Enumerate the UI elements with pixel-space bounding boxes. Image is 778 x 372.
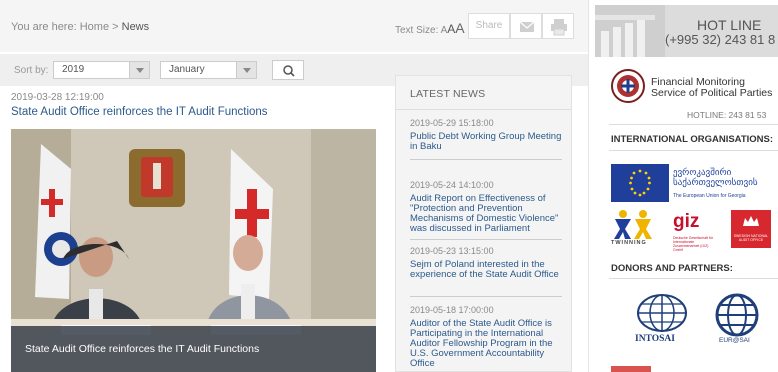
divider <box>609 278 778 279</box>
fms-name-line2: Service of Political Parties <box>651 87 773 99</box>
news-title-link[interactable]: Audit Report on Effectiveness of "Protec… <box>410 194 562 234</box>
month-select-value: January <box>169 64 205 75</box>
latest-news-heading: LATEST NEWS <box>410 88 486 100</box>
breadcrumb-home-link[interactable]: Home <box>80 21 109 33</box>
intosai-label: INTOSAI <box>635 334 675 344</box>
article-date: 2019-03-28 12:19:00 <box>11 92 104 103</box>
divider <box>609 150 778 151</box>
news-title-link[interactable]: Public Debt Working Group Meeting in Bak… <box>410 132 562 152</box>
twinning-label: TWINNING <box>611 240 647 246</box>
latest-news-panel: LATEST NEWS 2019-05-29 15:18:00 Public D… <box>395 75 572 372</box>
print-button[interactable] <box>542 13 574 39</box>
chevron-down-icon <box>129 62 149 78</box>
sidebar: HOT LINE (+995 32) 243 81 8 Financial Mo… <box>588 0 778 372</box>
news-date: 2019-05-29 15:18:00 <box>410 118 494 128</box>
eurosai-globe-icon[interactable] <box>715 293 759 337</box>
eu-for-georgia-link[interactable]: ევროკავშირი საქართველოსთვის <box>673 167 758 187</box>
eu-text-line2: საქართველოსთვის <box>673 177 758 187</box>
print-icon <box>551 19 567 36</box>
section-accent-bar <box>611 366 651 372</box>
search-button[interactable] <box>272 60 304 80</box>
year-select-value: 2019 <box>62 64 85 75</box>
latest-news-header: LATEST NEWS <box>396 76 571 110</box>
news-title-link[interactable]: Auditor of the State Audit Office is Par… <box>410 319 562 369</box>
photo-caption: State Audit Office reinforces the IT Aud… <box>25 343 260 355</box>
news-item[interactable]: 2019-05-29 15:18:00 Public Debt Working … <box>410 118 562 160</box>
article-photo[interactable]: State Audit Office reinforces the IT Aud… <box>11 129 376 372</box>
text-size-control: Text Size: AAA <box>395 20 465 36</box>
news-date: 2019-05-24 14:10:00 <box>410 180 494 190</box>
swedish-audit-office-logo[interactable] <box>731 210 771 248</box>
fms-hotline: HOTLINE: 243 81 53 <box>687 110 767 120</box>
share-button[interactable]: Share <box>468 13 510 39</box>
hotline-banner[interactable]: HOT LINE (+995 32) 243 81 8 <box>595 5 778 57</box>
page: You are here: Home > News Text Size: AAA… <box>0 0 778 372</box>
breadcrumb-current: News <box>121 21 150 33</box>
eu-text-line1: ევროკავშირი <box>673 167 732 177</box>
fms-link[interactable]: Financial Monitoring Service of Politica… <box>651 77 772 99</box>
page-toolbar: You are here: Home > News Text Size: AAA… <box>0 0 588 52</box>
eurosai-label: EUR@SAI <box>719 337 750 344</box>
breadcrumb-separator: > <box>112 21 119 33</box>
news-item[interactable]: 2019-05-24 14:10:00 Audit Report on Effe… <box>410 180 562 240</box>
news-date: 2019-05-23 13:15:00 <box>410 246 494 256</box>
sao-subtitle: SWEDISH NATIONAL AUDIT OFFICE <box>733 234 769 242</box>
news-title-link[interactable]: Sejm of Poland interested in the experie… <box>410 260 562 280</box>
breadcrumb: You are here: Home > News <box>11 21 149 33</box>
hotline-title: HOT LINE <box>697 17 762 33</box>
giz-logo[interactable]: giz <box>673 211 699 233</box>
sao-crown-icon <box>743 216 759 226</box>
hotline-number: (+995 32) 243 81 8 <box>665 32 776 47</box>
sort-label: Sort by: <box>14 65 49 76</box>
donors-partners-heading: DONORS AND PARTNERS: <box>611 263 733 274</box>
giz-subtitle: Deutsche Gesellschaft für Internationale… <box>673 236 714 252</box>
article-title-link[interactable]: State Audit Office reinforces the IT Aud… <box>11 106 268 118</box>
chevron-down-icon <box>236 62 256 78</box>
breadcrumb-prefix: You are here: <box>11 21 77 33</box>
text-size-label: Text Size: <box>395 25 439 36</box>
year-select[interactable]: 2019 <box>53 61 150 79</box>
month-select[interactable]: January <box>160 61 257 79</box>
caption-band: State Audit Office reinforces the IT Aud… <box>11 326 376 372</box>
news-item[interactable]: 2019-05-23 13:15:00 Sejm of Poland inter… <box>410 246 562 297</box>
mail-icon <box>519 21 535 32</box>
mail-button[interactable] <box>510 13 542 39</box>
news-date: 2019-05-18 17:00:00 <box>410 305 494 315</box>
search-icon <box>283 65 295 77</box>
eu-subtitle: The European Union for Georgia <box>673 193 746 199</box>
building-icon <box>595 5 665 57</box>
divider <box>609 124 778 125</box>
international-organisations-heading: INTERNATIONAL ORGANISATIONS: <box>611 134 774 145</box>
text-size-large-button[interactable]: A <box>455 20 464 36</box>
fms-logo-icon[interactable] <box>611 69 645 103</box>
news-item[interactable]: 2019-05-18 17:00:00 Auditor of the State… <box>410 305 562 371</box>
eu-flag-icon[interactable] <box>611 164 669 202</box>
